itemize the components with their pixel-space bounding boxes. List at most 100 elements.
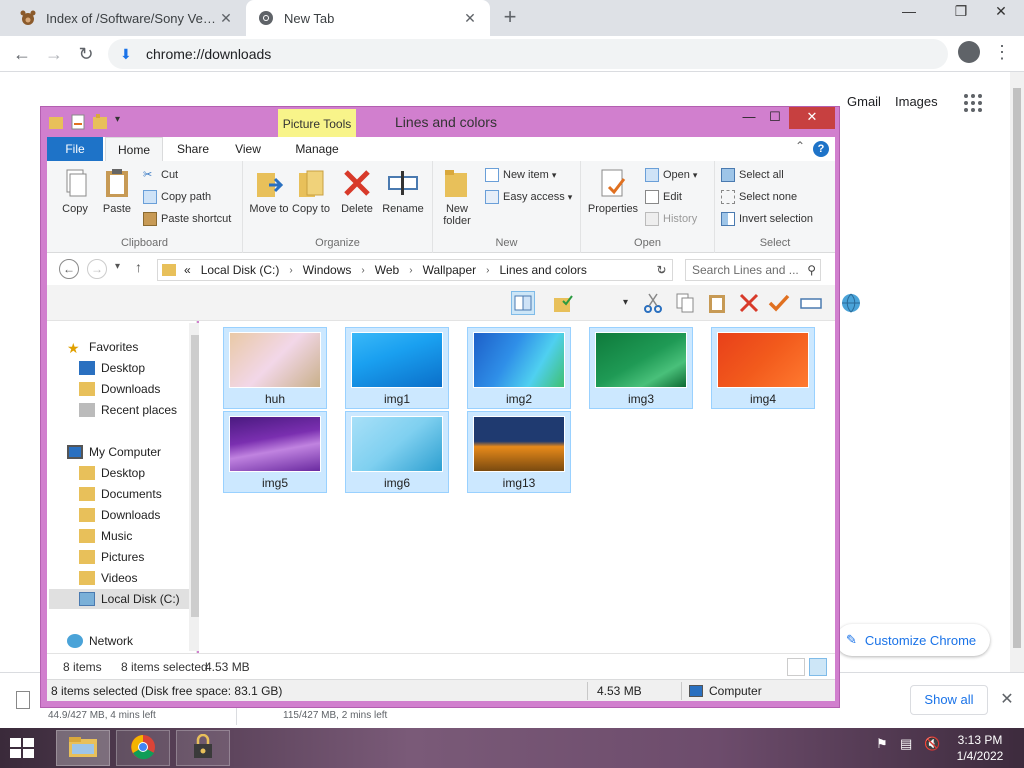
close-button[interactable]: ✕	[789, 107, 835, 129]
nav-network[interactable]: Network	[67, 631, 205, 651]
tab-file[interactable]: File	[47, 137, 103, 161]
file-item[interactable]: img3	[589, 327, 693, 409]
omnibox[interactable]: ⬇ chrome://downloads	[108, 39, 948, 69]
file-item[interactable]: img13	[467, 411, 571, 493]
tab-home[interactable]: Home	[105, 137, 163, 161]
edit-button[interactable]: Edit	[645, 187, 682, 207]
file-item[interactable]: huh	[223, 327, 327, 409]
close-window-button[interactable]: ✕	[978, 0, 1024, 30]
nav-local-disk[interactable]: Local Disk (C:)	[49, 589, 189, 609]
chevron-right-icon[interactable]: ›	[486, 265, 489, 276]
properties-button[interactable]: Properties	[585, 167, 641, 215]
new-folder-button[interactable]: New folder	[435, 167, 479, 227]
chevron-right-icon[interactable]: ›	[409, 265, 412, 276]
tab-close-icon[interactable]: ✕	[462, 10, 478, 27]
easy-access-button[interactable]: Easy access ▾	[485, 187, 572, 207]
scrollbar-thumb[interactable]	[191, 335, 199, 617]
qat-dropdown-icon[interactable]: ▾	[115, 114, 129, 130]
nav-favorites[interactable]: ★ Favorites	[67, 337, 205, 357]
file-item[interactable]: img2	[467, 327, 571, 409]
history-button[interactable]: History	[645, 209, 697, 229]
chevron-right-icon[interactable]: ›	[289, 265, 292, 276]
tab-view[interactable]: View	[225, 137, 271, 161]
open-button[interactable]: Open ▾	[645, 165, 697, 185]
checkmark-icon[interactable]	[767, 291, 791, 315]
refresh-icon[interactable]: ↻	[651, 259, 673, 281]
gmail-link[interactable]: Gmail	[847, 94, 881, 109]
minimize-button[interactable]: —	[886, 0, 932, 30]
tab-index-software[interactable]: Index of /Software/Sony Vegas/M ✕	[8, 0, 246, 36]
flag-icon[interactable]: ⚑	[876, 736, 888, 752]
breadcrumb-web[interactable]: Web	[375, 263, 399, 277]
back-arrow-icon[interactable]: ←	[59, 259, 79, 279]
file-item[interactable]: img4	[711, 327, 815, 409]
properties-icon[interactable]	[71, 114, 85, 130]
chrome-menu-icon[interactable]: ⋮	[992, 38, 1012, 66]
taskbar-file-explorer[interactable]	[56, 730, 110, 766]
dropdown-arrow-icon[interactable]: ▾	[623, 297, 628, 308]
select-all-button[interactable]: Select all	[721, 165, 784, 185]
clipboard-icon[interactable]	[705, 291, 729, 315]
help-icon[interactable]: ?	[813, 141, 829, 157]
rename-icon[interactable]	[799, 291, 823, 315]
delete-x-icon[interactable]	[737, 291, 761, 315]
show-all-button[interactable]: Show all	[910, 685, 988, 715]
copy-path-button[interactable]: Copy path	[143, 187, 211, 207]
tab-manage[interactable]: Manage	[283, 137, 351, 161]
back-arrow-icon[interactable]: ←	[10, 42, 34, 66]
rename-button[interactable]: Rename	[381, 167, 425, 215]
preview-pane-icon[interactable]	[511, 291, 535, 315]
page-scrollbar[interactable]	[1010, 72, 1024, 672]
new-tab-button[interactable]: +	[498, 6, 522, 30]
speaker-muted-icon[interactable]: 🔇	[924, 736, 940, 752]
breadcrumb-windows[interactable]: Windows	[303, 263, 352, 277]
paste-button[interactable]: Paste	[95, 167, 139, 215]
close-download-bar-icon[interactable]: ✕	[998, 689, 1016, 709]
recent-locations-icon[interactable]: ▾	[115, 261, 120, 272]
forward-arrow-icon[interactable]: →	[42, 42, 66, 66]
windows-start-icon[interactable]	[8, 736, 36, 760]
reload-icon[interactable]: ↻	[74, 42, 98, 66]
copy-to-button[interactable]: Copy to	[289, 167, 333, 215]
new-item-button[interactable]: New item ▾	[485, 165, 556, 185]
address-breadcrumb[interactable]: « Local Disk (C:) › Windows › Web › Wall…	[157, 259, 673, 281]
tab-share[interactable]: Share	[167, 137, 219, 161]
system-clock[interactable]: 3:13 PM 1/4/2022	[950, 732, 1010, 764]
move-to-button[interactable]: Move to	[247, 167, 291, 215]
select-none-button[interactable]: Select none	[721, 187, 797, 207]
cut-button[interactable]: ✂ Cut	[143, 165, 178, 185]
copy-icon[interactable]	[673, 291, 697, 315]
collapse-ribbon-icon[interactable]: ⌃	[795, 139, 805, 153]
images-link[interactable]: Images	[895, 94, 938, 109]
scissors-icon[interactable]	[641, 291, 665, 315]
tab-new-tab[interactable]: New Tab ✕	[246, 0, 490, 36]
profile-avatar-icon[interactable]	[958, 41, 980, 63]
folder-check-icon[interactable]	[551, 291, 575, 315]
customize-chrome-button[interactable]: ✎ Customize Chrome	[836, 624, 990, 656]
breadcrumb-lines-and-colors[interactable]: Lines and colors	[499, 263, 586, 277]
paste-shortcut-button[interactable]: Paste shortcut	[143, 209, 231, 229]
invert-selection-button[interactable]: Invert selection	[721, 209, 813, 229]
forward-arrow-icon[interactable]: →	[87, 259, 107, 279]
breadcrumb-local-disk[interactable]: Local Disk (C:)	[201, 263, 280, 277]
scrollbar-thumb[interactable]	[1013, 88, 1021, 648]
globe-icon[interactable]	[839, 291, 863, 315]
nav-my-computer[interactable]: My Computer	[67, 442, 205, 462]
file-item[interactable]: img1	[345, 327, 449, 409]
file-item[interactable]: img5	[223, 411, 327, 493]
tab-close-icon[interactable]: ✕	[218, 10, 234, 27]
taskbar-app-lock[interactable]	[176, 730, 230, 766]
file-item[interactable]: img6	[345, 411, 449, 493]
copy-button[interactable]: Copy	[53, 167, 97, 215]
new-folder-icon[interactable]	[93, 114, 107, 130]
chevron-right-icon[interactable]: ›	[361, 265, 364, 276]
explorer-title-bar[interactable]: ▾ Picture Tools Lines and colors — ☐ ✕	[41, 107, 839, 137]
search-input[interactable]: Search Lines and ... ⚲	[685, 259, 821, 281]
taskbar-chrome[interactable]	[116, 730, 170, 766]
large-icons-view-icon[interactable]	[809, 658, 827, 676]
delete-button[interactable]: Delete	[335, 167, 379, 215]
breadcrumb-wallpaper[interactable]: Wallpaper	[423, 263, 477, 277]
details-view-icon[interactable]	[787, 658, 805, 676]
up-arrow-icon[interactable]: ↑	[135, 259, 142, 275]
breadcrumb-overflow[interactable]: «	[184, 263, 191, 277]
